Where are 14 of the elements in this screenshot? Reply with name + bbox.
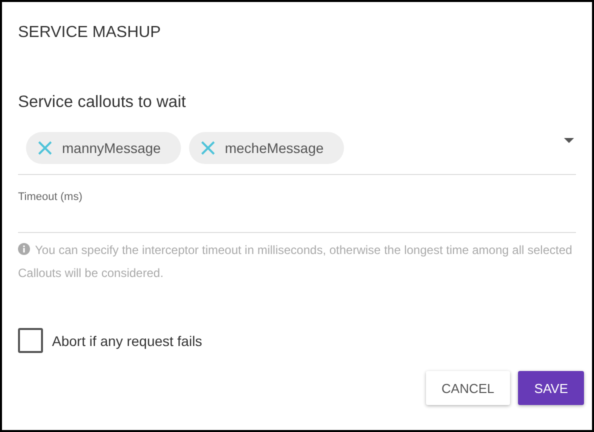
section-heading: Service callouts to wait <box>18 93 187 112</box>
info-icon <box>18 243 30 255</box>
field-label: Timeout (ms) <box>18 191 84 203</box>
dialog-title: SERVICE MASHUP <box>18 24 162 43</box>
checkbox[interactable] <box>18 328 43 353</box>
cancel-button[interactable]: CANCEL <box>426 371 510 405</box>
remove-icon[interactable] <box>200 141 215 155</box>
callout-chip[interactable]: mecheMessage <box>188 132 344 164</box>
dropdown-caret-icon[interactable] <box>564 138 574 143</box>
callout-chip[interactable]: mannyMessage <box>26 132 181 164</box>
help-text: You can specify the interceptor timeout in milliseconds, otherwise the longest time among all selected Callouts will be considered. <box>18 242 574 282</box>
checkbox-label: Abort if any request fails <box>52 332 202 348</box>
remove-icon[interactable] <box>38 141 52 155</box>
save-button[interactable]: SAVE <box>518 371 584 405</box>
